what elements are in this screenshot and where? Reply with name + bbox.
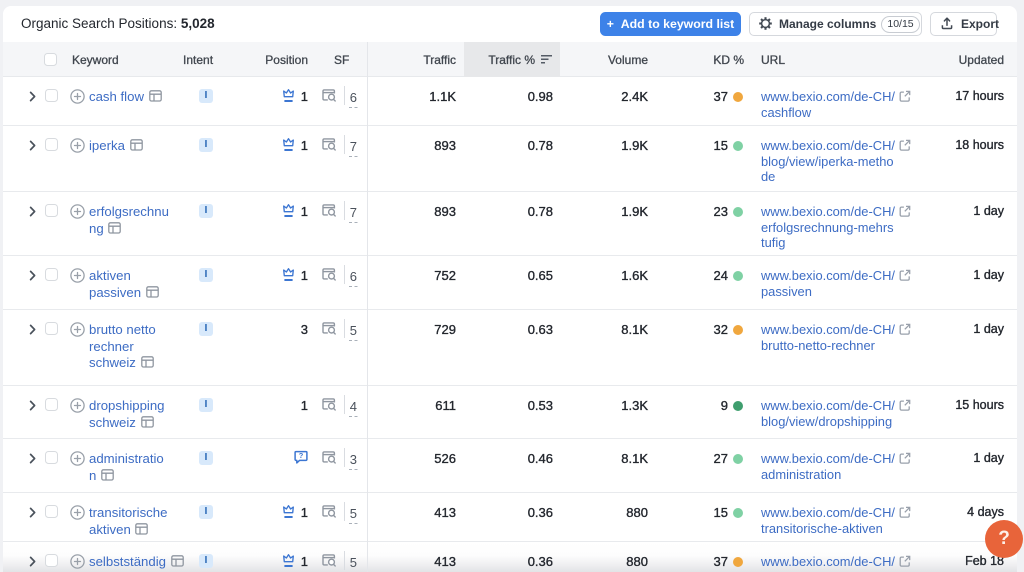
svg-text:?: ? [299,451,304,460]
